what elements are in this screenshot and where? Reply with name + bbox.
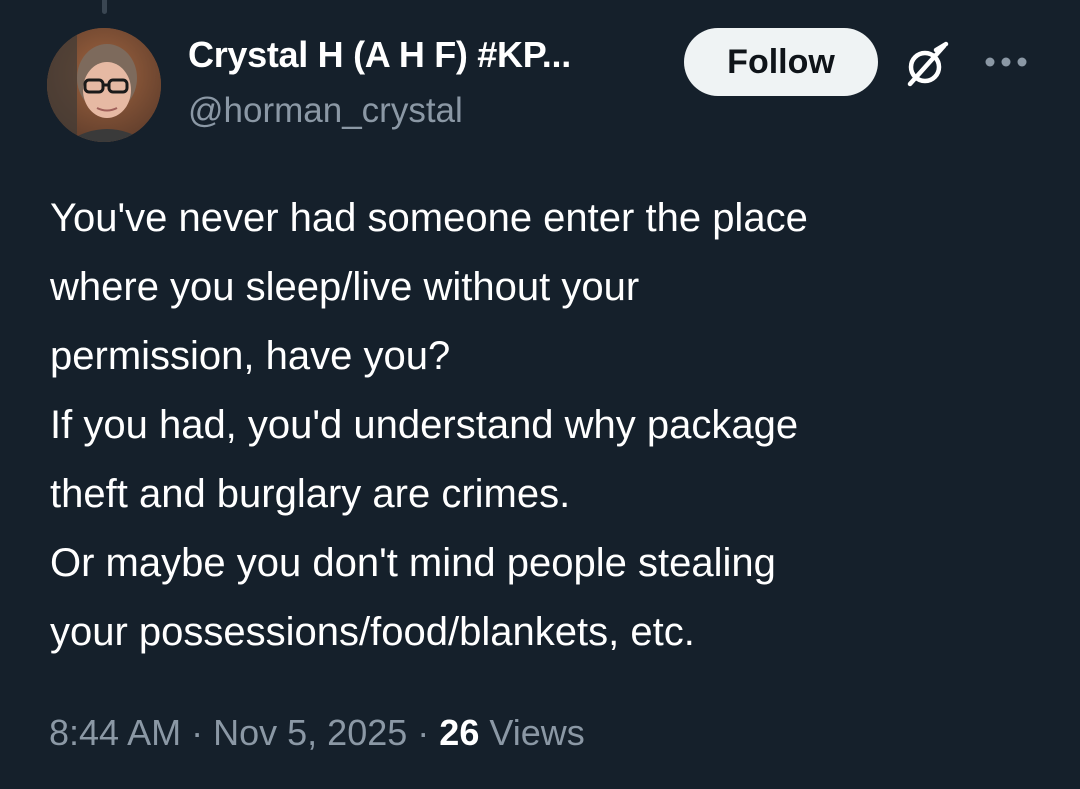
tweet-detail-view: Crystal H (A H F) #KP... @horman_crystal… <box>0 0 1080 789</box>
tweet-text-line: Or maybe you don't mind people stealing <box>50 541 776 585</box>
avatar-photo-icon <box>47 28 161 142</box>
tweet-metadata: 8:44 AM · Nov 5, 2025 · 26 Views <box>49 712 585 754</box>
tweet-text-line: You've never had someone enter the place <box>50 196 808 240</box>
avatar[interactable] <box>47 28 161 142</box>
follow-button[interactable]: Follow <box>684 28 878 96</box>
tweet-date[interactable]: Nov 5, 2025 <box>213 712 407 753</box>
more-options-icon[interactable] <box>982 52 1030 72</box>
grok-icon[interactable] <box>900 38 954 92</box>
thread-connector-line <box>102 0 107 14</box>
meta-separator: · <box>417 712 430 753</box>
tweet-text-line: theft and burglary are crimes. <box>50 472 571 516</box>
views-label[interactable]: Views <box>489 712 584 753</box>
views-count[interactable]: 26 <box>439 712 479 753</box>
tweet-text-line: permission, have you? <box>50 334 451 378</box>
tweet-time[interactable]: 8:44 AM <box>49 712 181 753</box>
tweet-text-line: your possessions/food/blankets, etc. <box>50 610 695 654</box>
tweet-text-line: If you had, you'd understand why package <box>50 403 799 447</box>
meta-separator: · <box>191 712 204 753</box>
tweet-text: You've never had someone enter the place… <box>50 184 1040 667</box>
author-display-name[interactable]: Crystal H (A H F) #KP... <box>188 34 571 76</box>
author-handle[interactable]: @horman_crystal <box>188 91 463 131</box>
tweet-text-line: where you sleep/live without your <box>50 265 640 309</box>
